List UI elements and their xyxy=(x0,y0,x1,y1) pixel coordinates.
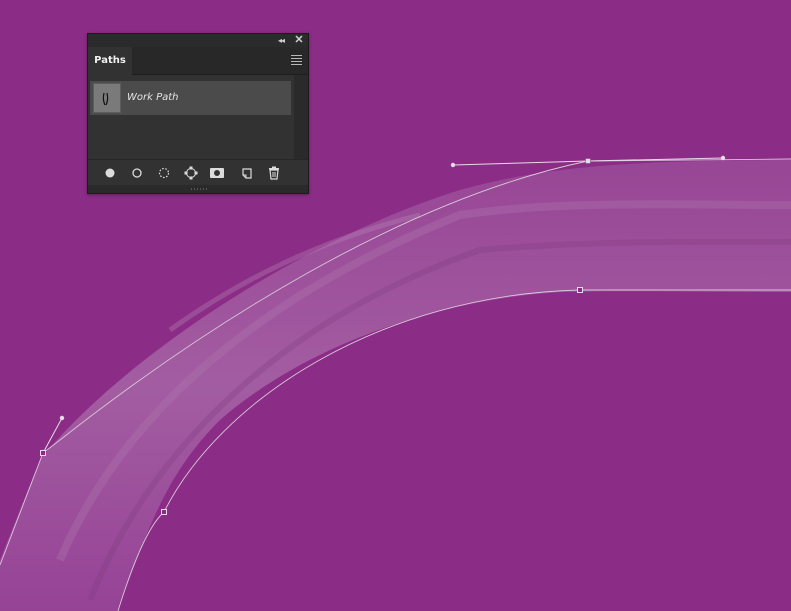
delete-path-icon[interactable] xyxy=(264,163,284,183)
path-name-label: Work Path xyxy=(127,92,179,103)
panel-resize-grip[interactable] xyxy=(88,185,308,193)
panel-footer-toolbar xyxy=(88,159,308,185)
paths-list: Work Path xyxy=(88,75,308,159)
direction-handle-line xyxy=(452,160,589,166)
stroke-path-icon[interactable] xyxy=(127,163,147,183)
hamburger-menu-icon[interactable] xyxy=(291,55,302,66)
grip-dots-icon xyxy=(191,188,207,190)
anchor-point[interactable] xyxy=(161,509,167,515)
panel-header-bar[interactable]: ◂◂ ✕ xyxy=(88,34,308,47)
anchor-point[interactable] xyxy=(40,450,46,456)
new-path-icon[interactable] xyxy=(237,163,257,183)
tab-paths[interactable]: Paths xyxy=(88,47,132,75)
anchor-point[interactable] xyxy=(577,287,583,293)
path-thumbnail-icon xyxy=(93,83,121,113)
make-work-path-icon[interactable] xyxy=(181,163,201,183)
direction-point[interactable] xyxy=(59,415,65,421)
anchor-point-selected[interactable] xyxy=(585,158,591,164)
close-icon[interactable]: ✕ xyxy=(293,34,305,47)
direction-point[interactable] xyxy=(450,162,456,168)
direction-point[interactable] xyxy=(720,155,726,161)
paths-panel: ◂◂ ✕ Paths Work Path xyxy=(87,33,309,194)
add-mask-icon[interactable] xyxy=(207,163,227,183)
scrollbar[interactable] xyxy=(294,75,308,159)
collapse-panel-icon[interactable]: ◂◂ xyxy=(275,34,287,47)
load-as-selection-icon[interactable] xyxy=(154,163,174,183)
fill-path-icon[interactable] xyxy=(100,163,120,183)
panel-tab-row: Paths xyxy=(88,47,308,75)
list-item-work-path[interactable]: Work Path xyxy=(90,81,291,115)
